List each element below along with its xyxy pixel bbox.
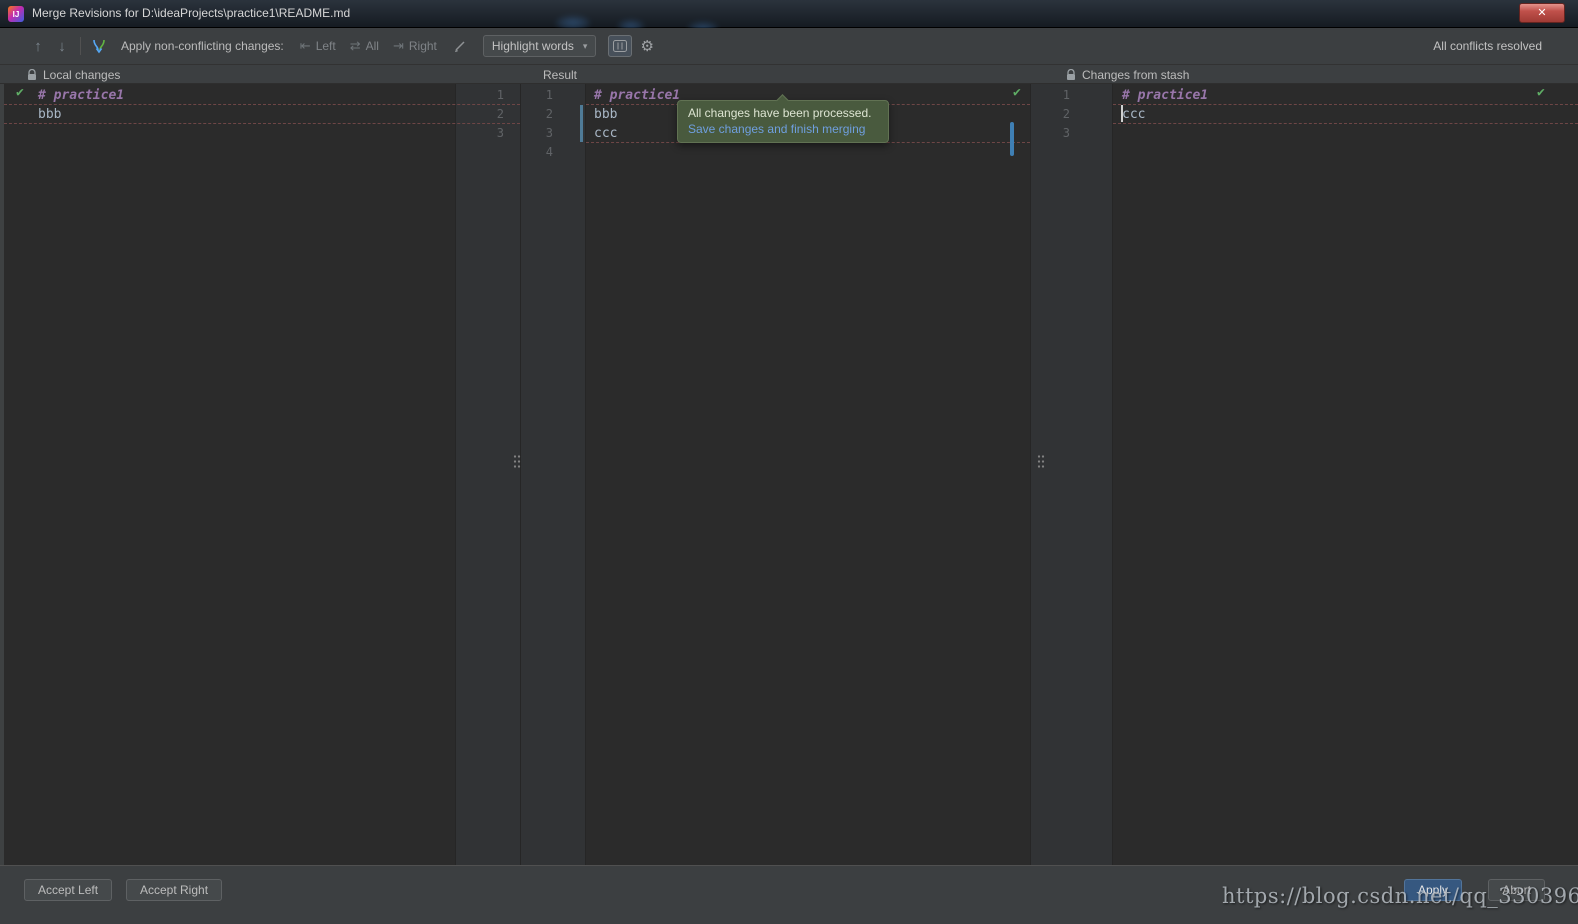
- center-editor-line-numbers: 1 2 3 4: [520, 84, 586, 865]
- apply-all-button[interactable]: ⇄ All: [350, 38, 379, 54]
- title-bar: IJ Merge Revisions for D:\ideaProjects\p…: [0, 0, 1578, 28]
- toolbar-separator: [80, 37, 81, 55]
- left-panel-title: Local changes: [43, 68, 120, 82]
- rollback-icon[interactable]: [453, 39, 467, 53]
- panel-headers: Local changes Result Changes from stash: [0, 65, 1578, 84]
- applied-change-dashed-line: [4, 123, 520, 124]
- left-panel-header: Local changes: [27, 65, 120, 84]
- next-change-button[interactable]: ↓: [50, 38, 74, 55]
- code-line: [38, 124, 455, 143]
- splitter-grip[interactable]: [1037, 454, 1045, 469]
- text-caret: [1121, 105, 1123, 122]
- code-line: bbb: [38, 105, 455, 124]
- line-number: 2: [521, 105, 553, 124]
- line-number: 4: [521, 143, 553, 162]
- csdn-watermark: https://blog.csdn.net/qq_33039699: [1222, 884, 1578, 908]
- change-marker-bar: [580, 105, 583, 142]
- line-number: 3: [1031, 124, 1070, 143]
- right-editor[interactable]: # practice1 ccc: [1113, 84, 1578, 865]
- apply-all-label: All: [366, 39, 379, 53]
- apply-right-button[interactable]: ⇥ Right: [393, 38, 437, 54]
- right-editor-line-numbers: 1 2 3: [1030, 84, 1113, 865]
- accept-left-button[interactable]: Accept Left: [24, 879, 112, 901]
- window-title: Merge Revisions for D:\ideaProjects\prac…: [32, 0, 350, 27]
- changes-applied-check-icon: ✔: [16, 85, 24, 100]
- previous-change-button[interactable]: ↑: [26, 38, 50, 55]
- result-panel-title: Result: [543, 68, 577, 82]
- code-line: # practice1: [38, 86, 455, 105]
- chevron-down-icon: ▾: [583, 41, 588, 52]
- merge-finished-balloon: All changes have been processed. Save ch…: [677, 100, 889, 143]
- code-line: [594, 143, 1030, 162]
- merge-editors: # practice1 bbb 1 2 3 1 2 3 4 # practice…: [0, 84, 1578, 865]
- apply-all-icon: ⇄: [350, 38, 361, 54]
- apply-non-conflicting-label: Apply non-conflicting changes:: [121, 39, 284, 53]
- line-number: 3: [521, 124, 553, 143]
- left-editor[interactable]: # practice1 bbb: [4, 84, 455, 865]
- line-number: 1: [1031, 86, 1070, 105]
- applied-change-dashed-line: [4, 104, 520, 105]
- gear-icon[interactable]: ⚙: [640, 37, 653, 55]
- apply-non-conflicting-icon[interactable]: [91, 38, 107, 54]
- line-number: 1: [456, 86, 504, 105]
- result-editor[interactable]: # practice1 bbb ccc: [586, 84, 1030, 865]
- right-panel-header: Changes from stash: [1066, 65, 1189, 84]
- close-button[interactable]: ✕: [1519, 3, 1565, 23]
- applied-change-dashed-line: [1113, 104, 1578, 105]
- changes-applied-check-icon: ✔: [1013, 85, 1021, 100]
- highlight-mode-value: Highlight words: [492, 39, 574, 53]
- right-panel-title: Changes from stash: [1082, 68, 1189, 82]
- apply-left-button[interactable]: ⇤ Left: [300, 38, 336, 54]
- line-number: 2: [1031, 105, 1070, 124]
- code-line: # practice1: [1122, 86, 1578, 105]
- two-column-view-icon: [613, 40, 627, 52]
- intellij-logo-icon: IJ: [8, 6, 24, 22]
- changes-applied-check-icon: ✔: [1537, 85, 1545, 100]
- apply-right-icon: ⇥: [393, 38, 404, 54]
- highlight-mode-dropdown[interactable]: Highlight words ▾: [483, 35, 597, 57]
- result-panel-header: Result: [543, 65, 577, 84]
- line-number: 1: [521, 86, 553, 105]
- apply-left-label: Left: [316, 39, 336, 53]
- lock-icon: [1066, 69, 1076, 81]
- viewer-settings-button[interactable]: [608, 35, 632, 57]
- lock-icon: [27, 69, 37, 81]
- line-number: 2: [456, 105, 504, 124]
- splitter-grip[interactable]: [513, 454, 521, 469]
- left-editor-line-numbers: 1 2 3: [455, 84, 520, 865]
- conflicts-status: All conflicts resolved: [1433, 39, 1542, 53]
- accept-right-button[interactable]: Accept Right: [126, 879, 222, 901]
- code-line: ccc: [1122, 105, 1578, 124]
- scrollbar-thumb-marker: [1010, 122, 1014, 156]
- applied-change-dashed-line: [1113, 123, 1578, 124]
- apply-left-icon: ⇤: [300, 38, 311, 54]
- apply-right-label: Right: [409, 39, 437, 53]
- code-line: [1122, 124, 1578, 143]
- merge-toolbar: ↑ ↓ Apply non-conflicting changes: ⇤ Lef…: [0, 28, 1578, 65]
- balloon-message: All changes have been processed.: [688, 106, 878, 120]
- save-and-finish-link[interactable]: Save changes and finish merging: [688, 122, 878, 136]
- line-number: 3: [456, 124, 504, 143]
